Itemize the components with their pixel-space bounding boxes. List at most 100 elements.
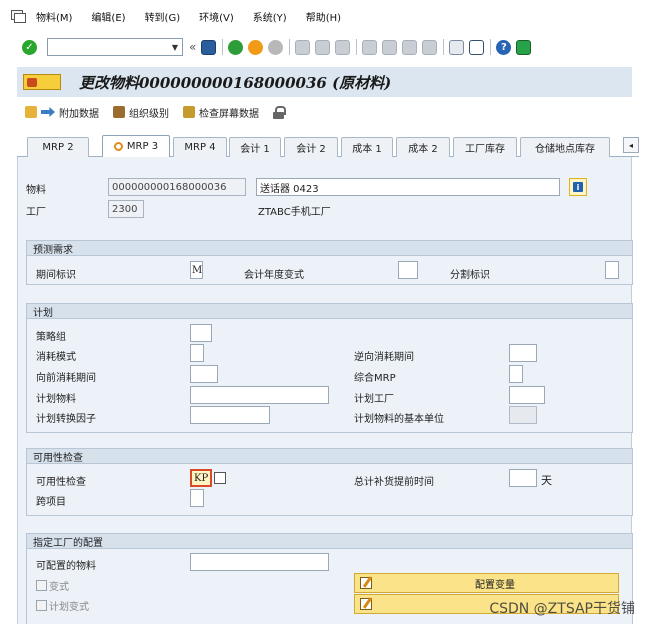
customize-layout-icon[interactable] bbox=[516, 39, 532, 55]
check-screen-data-button[interactable]: 检查屏幕数据 bbox=[183, 105, 259, 120]
enter-icon[interactable]: ✓ bbox=[22, 39, 37, 55]
plant-label: 工厂 bbox=[26, 207, 46, 218]
configure-variant-label: 配置变量 bbox=[475, 579, 515, 591]
menu-material[interactable]: 物料(M) bbox=[36, 9, 72, 24]
variant-label: 变式 bbox=[49, 582, 69, 593]
tab-label: MRP 4 bbox=[184, 142, 216, 153]
menu-goto[interactable]: 转到(G) bbox=[145, 9, 181, 24]
mixed-mrp-field[interactable] bbox=[509, 365, 523, 383]
tab-label: MRP 3 bbox=[126, 141, 159, 152]
find-next-icon[interactable] bbox=[335, 39, 351, 55]
exit-icon[interactable] bbox=[248, 39, 264, 55]
application-toolbar: 附加数据 组织级别 检查屏幕数据 bbox=[17, 101, 632, 123]
tab-accounting2[interactable]: 会计 2 bbox=[284, 137, 338, 157]
collapse-command-icon[interactable]: « bbox=[189, 40, 196, 54]
standard-toolbar: ✓ ▼ « ? bbox=[0, 34, 649, 60]
info-button[interactable]: i bbox=[569, 178, 587, 196]
variant-checkbox[interactable]: 变式 bbox=[36, 578, 69, 593]
toolbar-divider bbox=[222, 39, 224, 55]
tab-mrp3[interactable]: MRP 3 bbox=[102, 135, 170, 157]
planning-plant-label: 计划工厂 bbox=[354, 394, 394, 405]
tab-strip: MRP 2 MRP 3 MRP 4 会计 1 会计 2 成本 1 成本 2 工厂… bbox=[17, 135, 639, 157]
configure-variant-button[interactable]: 配置变量 bbox=[354, 573, 619, 593]
period-indicator-label: 期间标识 bbox=[36, 270, 76, 281]
configurable-material-field[interactable] bbox=[190, 553, 329, 571]
info-icon: i bbox=[573, 182, 583, 192]
back-icon[interactable] bbox=[228, 39, 244, 55]
shortcut-icon[interactable] bbox=[469, 39, 485, 55]
check-screen-data-label: 检查屏幕数据 bbox=[199, 108, 259, 120]
org-levels-label: 组织级别 bbox=[129, 108, 169, 120]
period-indicator-field[interactable]: M bbox=[190, 261, 203, 279]
tab-list-icon[interactable]: ◂ bbox=[623, 137, 639, 153]
tab-costing2[interactable]: 成本 2 bbox=[396, 137, 450, 157]
create-session-icon[interactable] bbox=[449, 39, 465, 55]
planning-material-field[interactable] bbox=[190, 386, 329, 404]
cancel-icon[interactable] bbox=[268, 39, 284, 55]
window-menu-icon[interactable] bbox=[10, 9, 28, 23]
page-title: 更改物料000000000168000036 (原材料) bbox=[79, 73, 392, 92]
save-icon[interactable] bbox=[201, 39, 217, 55]
chevron-down-icon[interactable]: ▼ bbox=[168, 39, 182, 55]
fiscal-year-variant-field[interactable] bbox=[398, 261, 418, 279]
tab-label: 仓储地点库存 bbox=[535, 144, 595, 155]
menu-edit[interactable]: 编辑(E) bbox=[91, 9, 125, 24]
org-levels-button[interactable]: 组织级别 bbox=[113, 105, 169, 120]
strategy-group-field[interactable] bbox=[190, 324, 212, 342]
strategy-group-label: 策略组 bbox=[36, 332, 66, 343]
cross-project-field[interactable] bbox=[190, 489, 204, 507]
total-replenishment-lead-time-label: 总计补货提前时间 bbox=[354, 477, 434, 488]
total-replenishment-lead-time-field[interactable] bbox=[509, 469, 537, 487]
last-page-icon[interactable] bbox=[422, 39, 438, 55]
tab-accounting1[interactable]: 会计 1 bbox=[229, 137, 281, 157]
additional-data-button[interactable]: 附加数据 bbox=[25, 105, 99, 120]
possible-entries-icon[interactable] bbox=[214, 472, 226, 484]
forecast-requirements-group: 预测需求 bbox=[26, 240, 633, 285]
tab-mrp2[interactable]: MRP 2 bbox=[27, 137, 89, 157]
tab-storage-location-stock[interactable]: 仓储地点库存 bbox=[520, 137, 610, 157]
availability-check-field[interactable]: KP bbox=[190, 469, 212, 487]
menu-environment[interactable]: 环境(V) bbox=[199, 9, 234, 24]
planning-plant-field[interactable] bbox=[509, 386, 545, 404]
first-page-icon[interactable] bbox=[362, 39, 378, 55]
check-screen-data-icon bbox=[183, 106, 195, 118]
arrow-right-icon bbox=[41, 107, 55, 117]
tab-plant-stock[interactable]: 工厂库存 bbox=[453, 137, 517, 157]
fwd-consumption-period-label: 向前消耗期间 bbox=[36, 373, 96, 384]
planning-group: 计划 bbox=[26, 303, 633, 433]
planning-conversion-factor-field[interactable] bbox=[190, 406, 270, 424]
command-field[interactable]: ▼ bbox=[47, 38, 183, 56]
tab-mrp4[interactable]: MRP 4 bbox=[173, 137, 227, 157]
print-icon[interactable] bbox=[295, 39, 311, 55]
next-page-icon[interactable] bbox=[402, 39, 418, 55]
splitting-indicator-field[interactable] bbox=[605, 261, 619, 279]
toolbar-divider bbox=[356, 39, 358, 55]
planning-base-unit-field bbox=[509, 406, 537, 424]
fwd-consumption-period-field[interactable] bbox=[190, 365, 218, 383]
splitting-indicator-label: 分割标识 bbox=[450, 270, 490, 281]
find-icon[interactable] bbox=[315, 39, 331, 55]
additional-data-label: 附加数据 bbox=[59, 108, 99, 120]
lock-icon[interactable] bbox=[273, 105, 286, 119]
bwd-consumption-period-field[interactable] bbox=[509, 344, 537, 362]
org-levels-icon bbox=[113, 106, 125, 118]
transaction-icon bbox=[23, 74, 61, 90]
fiscal-year-variant-label: 会计年度变式 bbox=[244, 270, 304, 281]
prev-page-icon[interactable] bbox=[382, 39, 398, 55]
cross-project-label: 跨项目 bbox=[36, 497, 66, 508]
mixed-mrp-label: 综合MRP bbox=[354, 373, 396, 384]
menu-system[interactable]: 系统(Y) bbox=[253, 9, 287, 24]
checkbox-icon bbox=[36, 580, 47, 591]
tab-label: 工厂库存 bbox=[465, 144, 505, 155]
menu-help[interactable]: 帮助(H) bbox=[306, 9, 341, 24]
tab-costing1[interactable]: 成本 1 bbox=[341, 137, 393, 157]
group-title: 计划 bbox=[27, 304, 632, 319]
consumption-mode-field[interactable] bbox=[190, 344, 204, 362]
tab-label: 会计 1 bbox=[240, 144, 270, 155]
consumption-mode-label: 消耗模式 bbox=[36, 352, 76, 363]
tab-label: 成本 2 bbox=[408, 144, 438, 155]
help-icon[interactable]: ? bbox=[496, 39, 512, 55]
planning-variant-label: 计划变式 bbox=[49, 602, 89, 613]
planning-variant-checkbox[interactable]: 计划变式 bbox=[36, 598, 89, 613]
material-description-field[interactable]: 送话器 0423 bbox=[256, 178, 560, 196]
